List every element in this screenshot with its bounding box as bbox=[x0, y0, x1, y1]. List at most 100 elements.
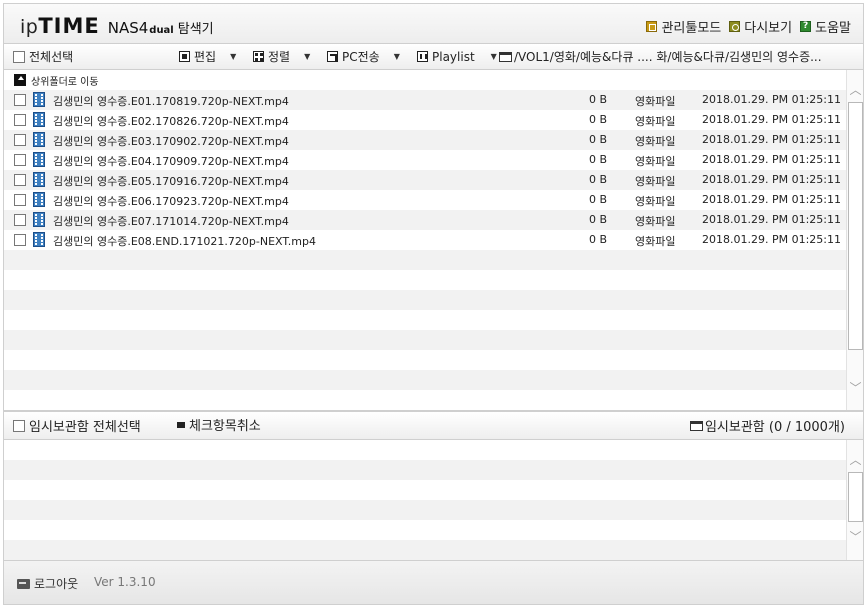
file-type: 영화파일 bbox=[635, 215, 676, 228]
file-name[interactable]: 김생민의 영수증.E02.170826.720p-NEXT.mp4 bbox=[53, 113, 289, 129]
video-file-icon bbox=[33, 232, 45, 247]
file-type: 영화파일 bbox=[635, 235, 676, 248]
file-date: 2018.01.29. PM 01:25:11 bbox=[702, 173, 841, 186]
file-row[interactable]: 김생민의 영수증.E08.END.171021.720p-NEXT.mp4 0 B… bbox=[4, 230, 846, 250]
temp-storage-list: ︿ ﹀ bbox=[3, 440, 864, 561]
empty-row bbox=[4, 310, 846, 330]
up-folder-icon bbox=[14, 74, 26, 86]
scroll-up-icon[interactable]: ︿ bbox=[847, 82, 863, 99]
file-name[interactable]: 김생민의 영수증.E05.170916.720p-NEXT.mp4 bbox=[53, 173, 289, 189]
file-type: 영화파일 bbox=[635, 95, 676, 108]
uncheck-button[interactable]: 체크항목취소 bbox=[177, 412, 261, 437]
file-checkbox[interactable] bbox=[14, 174, 26, 186]
temp-storage-label: 임시보관함 (0 / 1000개) bbox=[704, 420, 845, 435]
file-row[interactable]: 김생민의 영수증.E02.170826.720p-NEXT.mp4 0 B 영화파일… bbox=[4, 110, 846, 130]
scroll-thumb[interactable] bbox=[848, 102, 863, 350]
empty-row bbox=[4, 270, 846, 290]
file-row[interactable]: 김생민의 영수증.E05.170916.720p-NEXT.mp4 0 B 영화파일… bbox=[4, 170, 846, 190]
file-name[interactable]: 김생민의 영수증.E03.170902.720p-NEXT.mp4 bbox=[53, 133, 289, 149]
version-text: Ver 1.3.10 bbox=[94, 575, 156, 589]
file-size: 0 B bbox=[589, 173, 608, 186]
file-type: 영화파일 bbox=[635, 155, 676, 168]
pc-transfer-menu[interactable]: PC전송 ▼ bbox=[327, 44, 400, 69]
sort-menu[interactable]: 정렬 ▼ bbox=[253, 44, 310, 69]
file-row[interactable]: 김생민의 영수증.E04.170909.720p-NEXT.mp4 0 B 영화파일… bbox=[4, 150, 846, 170]
help-link[interactable]: ? 도움말 bbox=[800, 17, 851, 36]
admin-mode-label: 관리툴모드 bbox=[661, 21, 722, 36]
logo-time: TIME bbox=[38, 14, 100, 38]
file-checkbox[interactable] bbox=[14, 214, 26, 226]
empty-row bbox=[4, 390, 846, 410]
folder-icon bbox=[499, 51, 512, 62]
video-file-icon bbox=[33, 112, 45, 127]
file-checkbox[interactable] bbox=[14, 94, 26, 106]
current-path-text: /VOL1/영화/예능&다큐 .... 화/예능&다큐/김생민의 영수증... bbox=[514, 50, 822, 64]
file-checkbox[interactable] bbox=[14, 134, 26, 146]
scroll-down-icon[interactable]: ﹀ bbox=[847, 380, 863, 397]
file-date: 2018.01.29. PM 01:25:11 bbox=[702, 233, 841, 246]
file-toolbar: 전체선택 편집 ▼ 정렬 ▼ PC전송 ▼ Playlist ▼ /VOL1/영… bbox=[3, 43, 864, 70]
model-name: NAS4 bbox=[107, 19, 149, 37]
file-type: 영화파일 bbox=[635, 115, 676, 128]
scroll-down-icon[interactable]: ﹀ bbox=[847, 529, 863, 546]
temp-storage-label-area[interactable]: 임시보관함 (0 / 1000개) bbox=[689, 413, 845, 438]
file-name[interactable]: 김생민의 영수증.E04.170909.720p-NEXT.mp4 bbox=[53, 153, 289, 169]
playlist-label: Playlist bbox=[432, 49, 475, 64]
help-icon: ? bbox=[800, 21, 812, 32]
file-checkbox[interactable] bbox=[14, 154, 26, 166]
app-footer: 로그아웃 Ver 1.3.10 bbox=[3, 561, 864, 605]
temp-storage-bar: 임시보관함 전체선택 체크항목취소 임시보관함 (0 / 1000개) bbox=[3, 411, 864, 440]
temp-select-all-checkbox[interactable] bbox=[13, 419, 25, 432]
file-date: 2018.01.29. PM 01:25:11 bbox=[702, 93, 841, 106]
reload-label: 다시보기 bbox=[744, 21, 793, 36]
app-title: 탐색기 bbox=[177, 22, 214, 37]
file-size: 0 B bbox=[589, 213, 608, 226]
empty-row bbox=[4, 250, 846, 270]
file-row[interactable]: 김생민의 영수증.E06.170923.720p-NEXT.mp4 0 B 영화파일… bbox=[4, 190, 846, 210]
iptime-logo: ip TIME NAS4 dual 탐색기 bbox=[20, 14, 214, 38]
video-file-icon bbox=[33, 132, 45, 147]
chevron-down-icon: ▼ bbox=[490, 52, 497, 61]
video-file-icon bbox=[33, 92, 45, 107]
file-row[interactable]: 김생민의 영수증.E07.171014.720p-NEXT.mp4 0 B 영화파일… bbox=[4, 210, 846, 230]
temp-select-all-toggle[interactable]: 임시보관함 전체선택 bbox=[13, 413, 141, 438]
temp-list-scrollbar[interactable]: ︿ ﹀ bbox=[846, 440, 863, 560]
playlist-menu[interactable]: Playlist ▼ bbox=[417, 44, 497, 69]
file-name[interactable]: 김생민의 영수증.E01.170819.720p-NEXT.mp4 bbox=[53, 93, 289, 109]
file-rows: 상위폴더로 이동 김생민의 영수증.E01.170819.720p-NEXT.m… bbox=[4, 70, 846, 410]
empty-row bbox=[4, 330, 846, 350]
file-row[interactable]: 김생민의 영수증.E03.170902.720p-NEXT.mp4 0 B 영화파일… bbox=[4, 130, 846, 150]
file-name[interactable]: 김생민의 영수증.E07.171014.720p-NEXT.mp4 bbox=[53, 213, 289, 229]
logout-button[interactable]: 로그아웃 bbox=[17, 575, 78, 592]
admin-mode-link[interactable]: 관리툴모드 bbox=[646, 17, 721, 36]
video-file-icon bbox=[33, 152, 45, 167]
admin-icon bbox=[646, 21, 658, 32]
scroll-thumb[interactable] bbox=[848, 472, 863, 522]
pc-transfer-icon bbox=[327, 51, 338, 62]
select-all-checkbox[interactable] bbox=[13, 50, 25, 63]
file-row[interactable]: 김생민의 영수증.E01.170819.720p-NEXT.mp4 0 B 영화파일… bbox=[4, 90, 846, 110]
file-size: 0 B bbox=[589, 113, 608, 126]
file-list-scrollbar[interactable]: ︿ ﹀ bbox=[846, 70, 863, 410]
edit-menu[interactable]: 편집 ▼ bbox=[179, 44, 236, 69]
select-all-toggle[interactable]: 전체선택 bbox=[13, 44, 73, 69]
help-label: 도움말 bbox=[815, 21, 851, 36]
scroll-up-icon[interactable]: ︿ bbox=[847, 452, 863, 469]
file-checkbox[interactable] bbox=[14, 194, 26, 206]
up-folder-row[interactable]: 상위폴더로 이동 bbox=[4, 70, 846, 90]
file-name[interactable]: 김생민의 영수증.E06.170923.720p-NEXT.mp4 bbox=[53, 193, 289, 209]
model-suffix: dual bbox=[149, 25, 174, 36]
chevron-down-icon: ▼ bbox=[393, 52, 400, 61]
uncheck-label: 체크항목취소 bbox=[189, 419, 261, 434]
file-type: 영화파일 bbox=[635, 195, 676, 208]
header-links: 관리툴모드 다시보기 ? 도움말 bbox=[646, 17, 851, 36]
current-path[interactable]: /VOL1/영화/예능&다큐 .... 화/예능&다큐/김생민의 영수증... bbox=[499, 44, 822, 69]
playlist-icon bbox=[417, 51, 428, 62]
file-size: 0 B bbox=[589, 233, 608, 246]
file-checkbox[interactable] bbox=[14, 114, 26, 126]
reload-link[interactable]: 다시보기 bbox=[729, 17, 792, 36]
file-name[interactable]: 김생민의 영수증.E08.END.171021.720p-NEXT.mp4 bbox=[53, 233, 316, 249]
empty-row bbox=[4, 290, 846, 310]
file-checkbox[interactable] bbox=[14, 234, 26, 246]
uncheck-icon bbox=[177, 421, 185, 428]
